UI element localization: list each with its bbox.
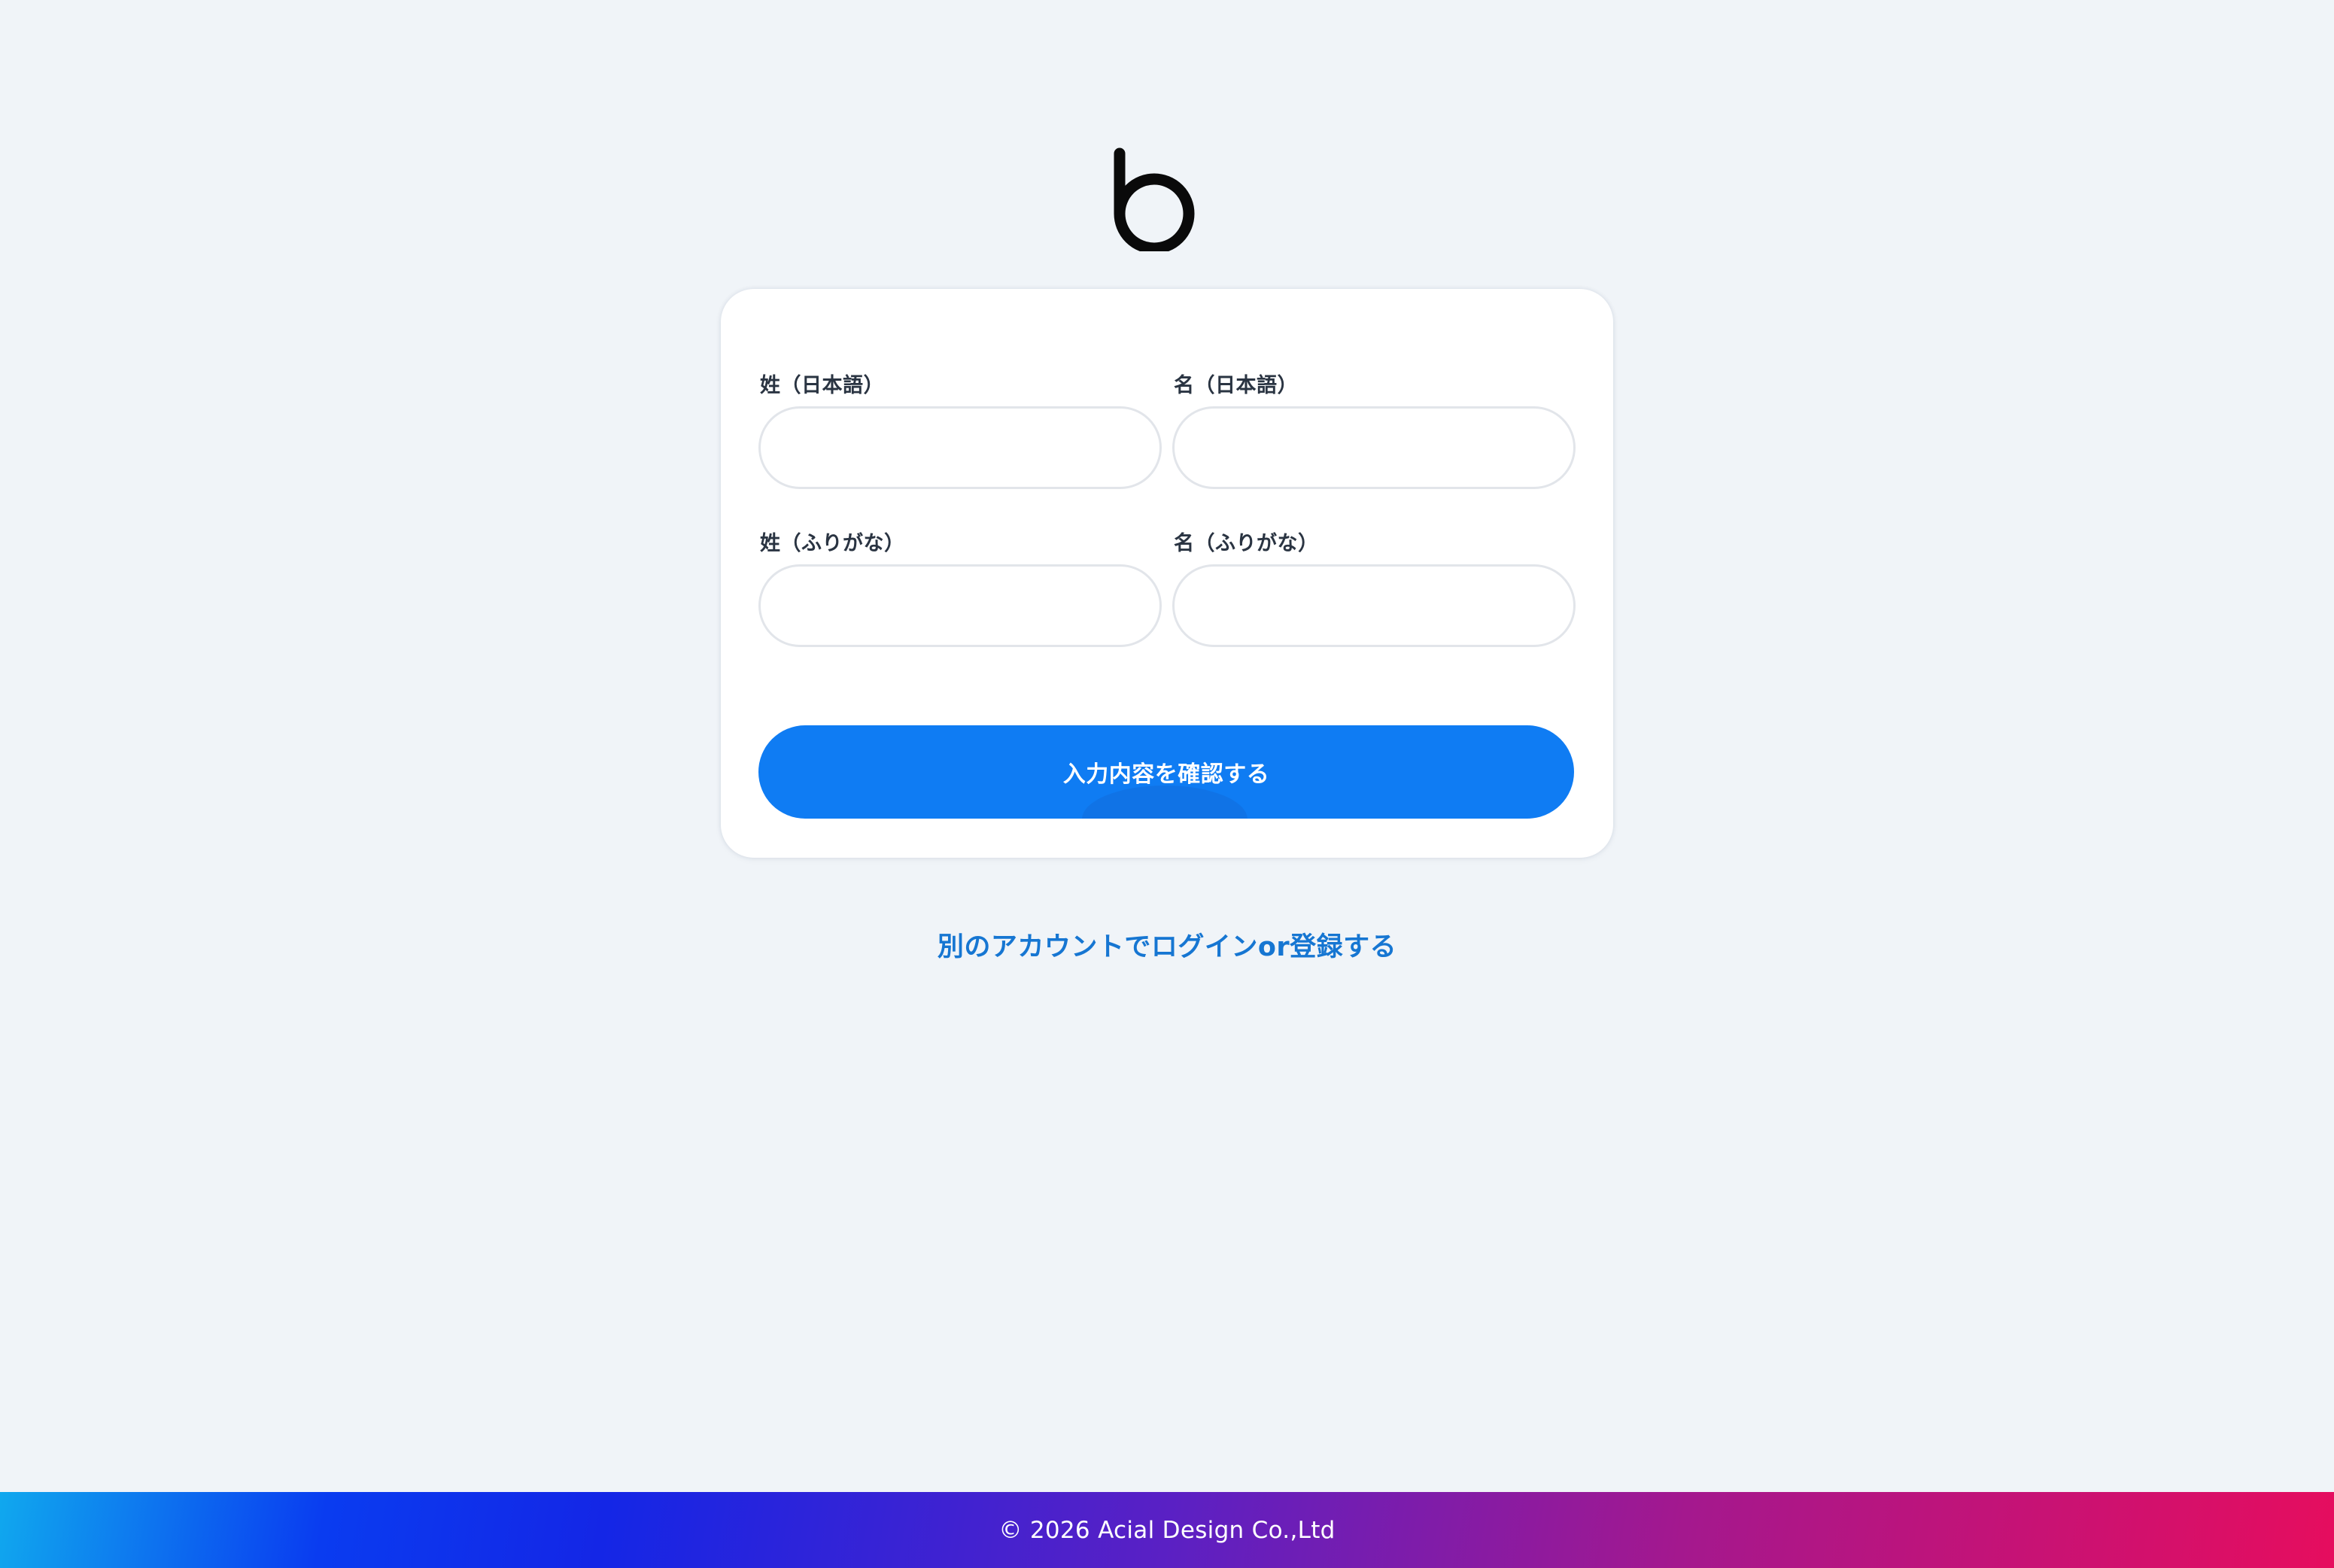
footer-copyright: © 2026 Acial Design Co.,Ltd	[998, 1516, 1336, 1544]
first-name-kana-label: 名（ふりがな）	[1174, 532, 1319, 555]
confirm-input-button[interactable]: 入力内容を確認する	[758, 725, 1574, 819]
last-name-kana-label: 姓（ふりがな）	[760, 532, 905, 555]
last-name-kana-input[interactable]	[758, 564, 1162, 647]
confirm-input-button-label: 入力内容を確認する	[1062, 761, 1270, 788]
footer: © 2026 Acial Design Co.,Ltd	[0, 1492, 2334, 1568]
button-press-ripple	[1082, 786, 1248, 819]
first-name-jp-input[interactable]	[1172, 406, 1576, 489]
registration-form-card: 姓（日本語） 名（日本語） 姓（ふりがな） 名（ふりがな） 入力内容を確認する	[721, 289, 1613, 858]
first-name-jp-label: 名（日本語）	[1174, 374, 1298, 397]
first-name-kana-input[interactable]	[1172, 564, 1576, 647]
last-name-jp-input[interactable]	[758, 406, 1162, 489]
b-plus-logo-icon	[1111, 129, 1223, 251]
login-with-another-account-link[interactable]: 別のアカウントでログインor登録する	[0, 925, 2334, 964]
last-name-jp-label: 姓（日本語）	[760, 374, 884, 397]
